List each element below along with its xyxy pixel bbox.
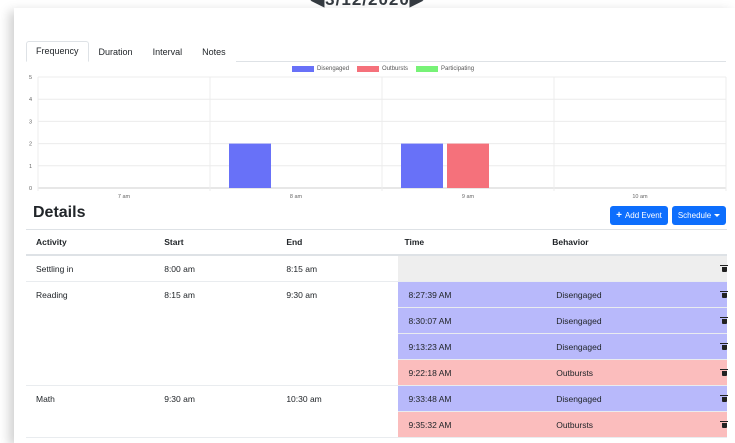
bar-disengaged [229, 143, 271, 188]
time-cell: 9:33:48 AM [398, 385, 547, 412]
caret-down-icon [714, 214, 721, 217]
col-header-end: End [276, 229, 399, 256]
behavior-cell: Disengaged [546, 385, 702, 412]
x-tick-label: 8 am [290, 194, 303, 200]
trash-icon[interactable] [720, 316, 728, 324]
table-row: 9:13:23 AM Disengaged [26, 333, 728, 360]
y-tick-label: 5 [29, 75, 32, 81]
col-header-behavior: Behavior [546, 229, 702, 256]
schedule-label: Schedule [677, 211, 712, 220]
trash-icon[interactable] [720, 342, 728, 350]
plus-icon: + [616, 209, 622, 221]
delete-cell [701, 307, 728, 334]
tab-bar: Frequency Duration Interval Notes [26, 39, 726, 62]
table-row: Settling in 8:00 am 8:15 am [26, 255, 728, 282]
behavior-cell: Outbursts [546, 359, 702, 386]
delete-cell [701, 411, 728, 438]
delete-cell [701, 333, 728, 360]
trash-icon[interactable] [720, 394, 728, 402]
x-tick-label: 7 am [118, 194, 131, 200]
start-cell: 9:30 am [164, 393, 195, 404]
trash-icon[interactable] [720, 368, 728, 376]
behavior-cell: Disengaged [546, 281, 702, 308]
behavior-cell [546, 255, 702, 282]
end-cell: 9:30 am [286, 289, 318, 300]
col-header-start: Start [154, 229, 277, 256]
bar-outbursts [447, 143, 489, 188]
y-tick-label: 2 [29, 142, 32, 148]
add-event-button[interactable]: + Add Event [610, 206, 668, 225]
time-cell: 8:30:07 AM [398, 307, 547, 334]
table-row: Math 9:30 am 10:30 am 9:33:48 AM Disenga… [26, 385, 728, 412]
trash-icon[interactable] [720, 264, 728, 272]
col-header-time: Time [398, 229, 547, 256]
time-cell: 9:35:32 AM [398, 411, 547, 438]
x-tick-label: 9 am [462, 194, 475, 200]
table-row: 9:22:18 AM Outbursts [26, 359, 728, 386]
end-cell: 8:15 am [276, 255, 399, 282]
delete-cell [701, 281, 728, 308]
y-tick-label: 4 [29, 97, 32, 103]
y-tick-label: 1 [29, 164, 32, 170]
delete-cell [701, 255, 728, 282]
date-heading[interactable]: ◀3/12/2020▶ [0, 0, 735, 10]
delete-cell [701, 359, 728, 386]
time-cell: 8:27:39 AM [398, 281, 547, 308]
schedule-dropdown-button[interactable]: Schedule [672, 206, 726, 225]
delete-cell [701, 385, 728, 412]
activity-cell: Reading [36, 289, 68, 300]
bar-disengaged [401, 143, 443, 188]
trash-icon[interactable] [720, 290, 728, 298]
behavior-cell: Disengaged [546, 333, 702, 360]
behavior-cell: Outbursts [546, 411, 702, 438]
behavior-cell: Disengaged [546, 307, 702, 334]
tab-interval[interactable]: Interval [142, 42, 193, 62]
time-cell [398, 255, 547, 282]
start-cell: 8:00 am [154, 255, 277, 282]
table-row: 8:30:07 AM Disengaged [26, 307, 728, 334]
col-header-activity: Activity [26, 229, 155, 256]
table-row: Reading 8:15 am 9:30 am 8:27:39 AM Disen… [26, 281, 728, 308]
details-header-row: Activity Start End Time Behavior [26, 229, 727, 256]
time-cell: 9:22:18 AM [398, 359, 547, 386]
start-cell: 8:15 am [164, 289, 195, 300]
end-cell: 10:30 am [286, 393, 322, 404]
tab-notes[interactable]: Notes [192, 42, 236, 62]
frequency-chart: 0 1 2 3 4 5 7 am 8 am 9 am 10 am [29, 75, 727, 200]
time-cell: 9:13:23 AM [398, 333, 547, 360]
tab-frequency[interactable]: Frequency [26, 41, 89, 62]
trash-icon[interactable] [720, 420, 728, 428]
tab-duration[interactable]: Duration [88, 42, 143, 62]
activity-cell: Settling in [26, 255, 155, 282]
details-table: Activity Start End Time Behavior Settlin… [26, 229, 728, 438]
y-tick-label: 0 [29, 186, 32, 192]
x-tick-label: 10 am [632, 194, 648, 200]
col-header-actions [701, 229, 727, 256]
details-heading: Details [33, 204, 86, 221]
y-tick-label: 3 [29, 119, 32, 125]
add-event-label: Add Event [624, 211, 662, 220]
table-row: 9:35:32 AM Outbursts [26, 411, 728, 438]
activity-cell: Math [36, 393, 55, 404]
